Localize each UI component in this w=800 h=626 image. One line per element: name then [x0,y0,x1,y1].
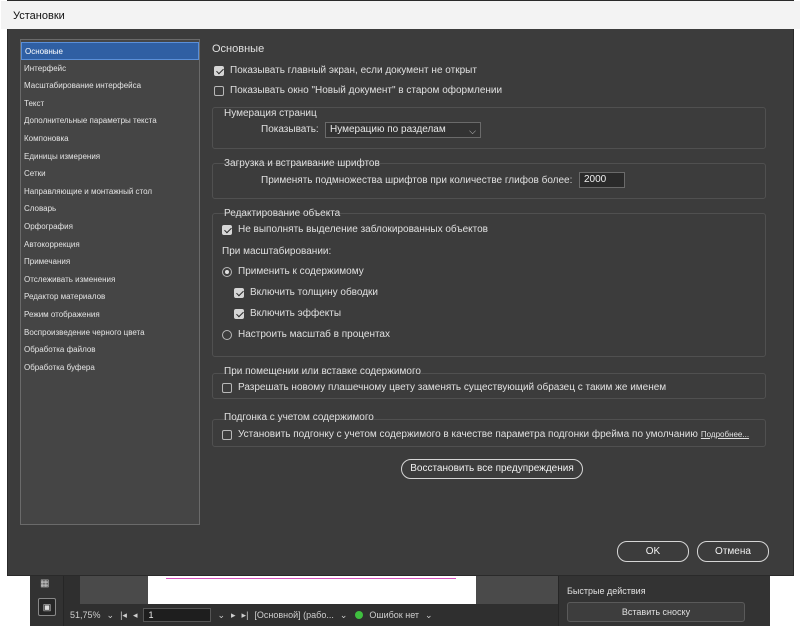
fonts-title: Загрузка и встраивание шрифтов [224,158,380,169]
show-home-label: Показывать главный экран, если документ … [230,65,477,76]
scale-percent-label: Настроить масштаб в процентах [238,329,390,340]
show-new-doc-checkbox[interactable]: Показывать окно "Новый документ" в старо… [214,85,502,96]
sidebar-item[interactable]: Воспроизведение черного цвета [21,324,199,342]
sidebar-item[interactable]: Примечания [21,253,199,271]
subset-threshold-field[interactable]: 2000 [579,172,625,188]
radio-icon[interactable] [222,329,232,340]
pasteboard [476,572,558,604]
margin-guide [166,578,456,579]
ok-button[interactable]: OK [617,541,689,562]
content-fit-default-label: Установить подгонку с учетом содержимого… [238,429,698,440]
page-title: Основные [212,43,265,55]
checkbox-icon[interactable] [234,308,244,319]
sidebar-item[interactable]: Основные [21,42,199,60]
checkbox-icon[interactable] [222,224,232,235]
no-select-locked-label: Не выполнять выделение заблокированных о… [238,224,488,235]
more-link[interactable]: Подробнее... [701,430,749,439]
document-page [148,572,476,604]
sidebar-item[interactable]: Редактор материалов [21,288,199,306]
preflight-status-icon [355,611,364,619]
preferences-sidebar: Основные Интерфейс Масштабирование интерфе… [20,39,200,525]
zoom-level[interactable]: 51,75% [70,610,101,620]
page-numbering-title: Нумерация страниц [224,108,317,119]
sidebar-item[interactable]: Отслеживать изменения [21,271,199,289]
last-page-icon[interactable]: ▸| [242,610,249,621]
sidebar-item[interactable]: Режим отображения [21,306,199,324]
chevron-down-icon[interactable]: ⌄ [217,610,225,621]
window-title: Установки [1,1,800,29]
page-numbering-value: Нумерацию по разделам [330,124,446,135]
chevron-down-icon[interactable]: ⌄ [340,610,348,621]
master-page-label[interactable]: [Основной] (рабо... [254,610,333,620]
sidebar-item[interactable]: Масштабирование интерфейса [21,77,199,95]
reset-warnings-button[interactable]: Восстановить все предупреждения [401,459,583,479]
scale-percent-radio[interactable]: Настроить масштаб в процентах [222,329,390,340]
sidebar-item[interactable]: Компоновка [21,130,199,148]
chevron-down-icon[interactable]: ⌄ [107,610,115,621]
sidebar-item[interactable]: Интерфейс [21,60,199,78]
sidebar-item[interactable]: Обработка буфера [21,359,199,377]
checkbox-icon[interactable] [214,85,224,96]
sidebar-item[interactable]: Направляющие и монтажный стол [21,183,199,201]
content-fit-default-checkbox[interactable]: Установить подгонку с учетом содержимого… [222,429,749,440]
sidebar-item[interactable]: Обработка файлов [21,341,199,359]
allow-swatch-label: Разрешать новому плашечному цвету заменя… [238,382,667,393]
sidebar-item[interactable]: Автокоррекция [21,236,199,254]
first-page-icon[interactable]: |◂ [120,610,127,621]
sidebar-item[interactable]: Сетки [21,165,199,183]
sidebar-item[interactable]: Орфография [21,218,199,236]
status-bar: 51,75% ⌄ |◂ ◂ 1 ⌄ ▸ ▸| [Основной] (рабо.… [64,604,558,626]
cancel-button[interactable]: Отмена [697,541,769,562]
properties-panel: Быстрые действия Вставить сноску [558,572,770,626]
show-label: Показывать: [261,124,319,135]
prev-page-icon[interactable]: ◂ [133,610,138,621]
sidebar-item[interactable]: Словарь [21,200,199,218]
include-stroke-checkbox[interactable]: Включить толщину обводки [234,287,378,298]
checkbox-icon[interactable] [222,382,232,393]
checkbox-icon[interactable] [234,287,244,298]
quick-actions-title: Быстрые действия [567,586,646,596]
insert-footnote-button[interactable]: Вставить сноску [567,602,745,622]
include-effects-checkbox[interactable]: Включить эффекты [234,308,341,319]
apply-to-content-radio[interactable]: Применить к содержимому [222,266,364,277]
paste-title: При помещении или вставке содержимого [224,366,421,377]
chevron-down-icon[interactable]: ⌄ [425,610,433,621]
chevron-down-icon: ⌵ [469,126,476,136]
checkbox-icon[interactable] [214,65,224,76]
include-effects-label: Включить эффекты [250,308,342,319]
apply-to-content-label: Применить к содержимому [238,266,364,277]
sidebar-item[interactable]: Текст [21,95,199,113]
object-editing-title: Редактирование объекта [224,208,341,219]
content-fit-title: Подгонка с учетом содержимого [224,412,374,423]
preflight-status[interactable]: Ошибок нет [369,610,419,620]
vertical-ruler [64,572,80,604]
sidebar-item[interactable]: Единицы измерения [21,148,199,166]
tool-icon[interactable]: ▦ [40,578,54,590]
sidebar-item[interactable]: Дополнительные параметры текста [21,112,199,130]
checkbox-icon[interactable] [222,429,232,440]
pasteboard [80,572,148,604]
page-numbering-select[interactable]: Нумерацию по разделам ⌵ [325,122,481,138]
no-select-locked-checkbox[interactable]: Не выполнять выделение заблокированных о… [222,224,488,235]
show-new-doc-label: Показывать окно "Новый документ" в старо… [230,85,503,96]
next-page-icon[interactable]: ▸ [231,610,236,621]
include-stroke-label: Включить толщину обводки [250,287,379,298]
radio-icon[interactable] [222,266,232,277]
preferences-dialog: Установки Основные Интерфейс Масштабирован… [1,0,800,576]
show-home-checkbox[interactable]: Показывать главный экран, если документ … [214,65,477,76]
subset-label: Применять подмножества шрифтов при колич… [261,175,573,186]
page-number-field[interactable]: 1 [143,608,212,622]
screen-mode-icon[interactable]: ▣ [38,598,56,616]
scaling-label: При масштабировании: [222,246,332,257]
allow-swatch-checkbox[interactable]: Разрешать новому плашечному цвету заменя… [222,382,666,393]
